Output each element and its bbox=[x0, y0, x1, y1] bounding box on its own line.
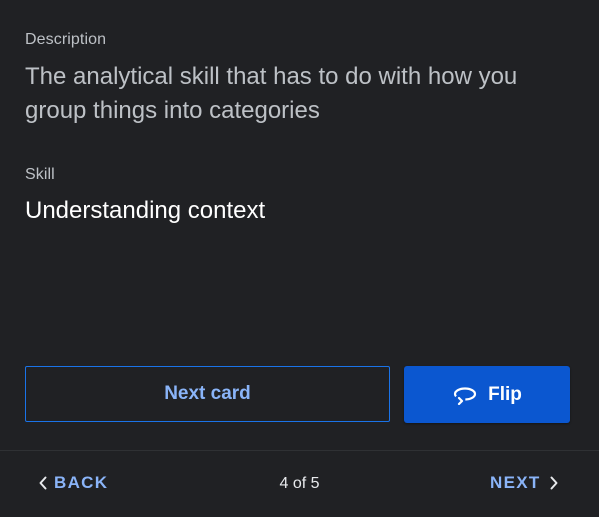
chevron-right-icon bbox=[549, 476, 559, 490]
flip-button[interactable]: Flip bbox=[404, 366, 570, 423]
flashcard: Description The analytical skill that ha… bbox=[0, 0, 599, 450]
skill-text: Understanding context bbox=[25, 197, 266, 224]
flip-label: Flip bbox=[488, 383, 522, 405]
flip-rotate-icon bbox=[452, 385, 478, 405]
next-card-label: Next card bbox=[164, 383, 251, 404]
skill-label: Skill bbox=[25, 166, 55, 183]
flashcard-screen: Description The analytical skill that ha… bbox=[0, 0, 599, 517]
description-label: Description bbox=[25, 31, 107, 48]
card-navigation: BACK 4 of 5 NEXT bbox=[0, 451, 599, 517]
next-card-button[interactable]: Next card bbox=[25, 366, 390, 422]
description-text: The analytical skill that has to do with… bbox=[25, 63, 518, 124]
next-label: NEXT bbox=[490, 473, 541, 492]
next-button[interactable]: NEXT bbox=[490, 473, 559, 493]
